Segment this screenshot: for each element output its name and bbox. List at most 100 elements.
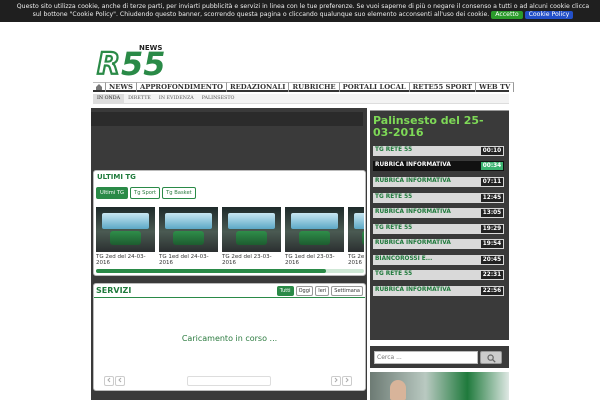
chevron-left-icon	[118, 377, 122, 383]
palinsesto-time: 00:10	[481, 147, 503, 155]
cookie-accept-button[interactable]: Accetto	[491, 11, 523, 19]
search-icon	[487, 354, 496, 363]
logo-news: NEWS	[139, 44, 162, 52]
palinsesto-program: RUBRICA INFORMATIVA	[375, 178, 451, 184]
search-button[interactable]	[480, 351, 502, 364]
servizi-panel: SERVIZI Tutti Oggi Ieri Settimana Carica…	[93, 283, 366, 391]
subnav-dirette[interactable]: DIRETTE	[124, 94, 155, 103]
palinsesto-row[interactable]: RUBRICA INFORMATIVA 07:11	[373, 177, 504, 187]
servizi-filters: Tutti Oggi Ieri Settimana	[276, 286, 363, 296]
nav-item-portali-local[interactable]: PORTALI LOCAL	[339, 82, 410, 92]
palinsesto-title: Palinsesto del 25-03-2016	[373, 114, 484, 139]
nav-item-approfondimento[interactable]: APPROFONDIMENTO	[136, 82, 227, 92]
tg-caption[interactable]: TG 2ed del 24-03-2016	[96, 254, 155, 266]
palinsesto-time: 20:45	[481, 256, 503, 264]
person-image	[390, 380, 406, 400]
pager-first-button[interactable]	[104, 376, 114, 386]
promo-image[interactable]	[370, 372, 509, 400]
tg-card[interactable]: TG 1ed del 24-03-2016	[159, 207, 218, 266]
palinsesto-program: TG RETE 55	[375, 147, 413, 153]
cookie-policy-button[interactable]: Cookie Policy	[524, 11, 574, 19]
palinsesto-time: 22:56	[481, 287, 503, 295]
servizi-title: SERVIZI	[96, 286, 132, 295]
tg-caption[interactable]: TG 1ed del 24-03-2016	[159, 254, 218, 266]
pager-prev-button[interactable]	[115, 376, 125, 386]
tab-ultimi-tg[interactable]: Ultimi TG	[96, 187, 129, 199]
palinsesto-row-current[interactable]: RUBRICA INFORMATIVA 00:34	[373, 161, 504, 171]
tg-thumbnail[interactable]	[222, 207, 281, 252]
palinsesto-program: TG RETE 55	[375, 271, 413, 277]
nav-item-news[interactable]: NEWS	[106, 82, 137, 92]
palinsesto-program: BIANCOROSSI E...	[375, 256, 433, 262]
palinsesto-program: RUBRICA INFORMATIVA	[375, 287, 451, 293]
filter-settimana[interactable]: Settimana	[331, 286, 363, 296]
palinsesto-program: RUBRICA INFORMATIVA	[375, 162, 451, 168]
cookie-banner: Questo sito utilizza cookie, anche di te…	[0, 0, 600, 22]
filter-oggi[interactable]: Oggi	[295, 286, 314, 296]
ultimi-tg-tabs: Ultimi TG Tg Sport Tg Basket	[96, 187, 196, 199]
tg-caption[interactable]: TG 2ed del 23-03-2016	[222, 254, 281, 266]
chevron-right-icon	[345, 377, 349, 383]
palinsesto-time: 19:54	[481, 240, 503, 248]
palinsesto-row[interactable]: TG RETE 55 19:29	[373, 224, 504, 234]
palinsesto-time: 19:29	[481, 225, 503, 233]
servizi-pager	[104, 376, 356, 386]
tg-scrollbar[interactable]	[96, 269, 364, 273]
nav-item-rete55-sport[interactable]: RETE55 SPORT	[409, 82, 477, 92]
palinsesto-row[interactable]: TG RETE 55 22:31	[373, 270, 504, 280]
palinsesto-panel: Palinsesto del 25-03-2016 TG RETE 55 00:…	[370, 110, 509, 340]
tg-scrollbar-thumb[interactable]	[96, 269, 326, 273]
palinsesto-time: 07:11	[481, 178, 503, 186]
search-box	[370, 346, 509, 368]
subnav-in-evidenza[interactable]: IN EVIDENZA	[155, 94, 198, 103]
palinsesto-row[interactable]: RUBRICA INFORMATIVA 19:54	[373, 239, 504, 249]
site-logo[interactable]: R 55 NEWS	[95, 42, 185, 78]
nav-home[interactable]	[93, 82, 106, 92]
subnav-in-onda[interactable]: IN ONDA	[93, 94, 125, 103]
nav-item-redazionali[interactable]: REDAZIONALI	[226, 82, 290, 92]
palinsesto-row[interactable]: RUBRICA INFORMATIVA 22:56	[373, 286, 504, 296]
sub-nav: IN ONDA DIRETTE IN EVIDENZA PALINSESTO	[93, 94, 509, 104]
palinsesto-row[interactable]: TG RETE 55 12:45	[373, 193, 504, 203]
search-input[interactable]	[374, 351, 478, 364]
tg-carousel: TG 2ed del 24-03-2016 TG 1ed del 24-03-2…	[96, 207, 365, 266]
palinsesto-program: RUBRICA INFORMATIVA	[375, 209, 451, 215]
palinsesto-time: 12:45	[481, 194, 503, 202]
chevron-left-icon	[107, 377, 111, 383]
tg-card[interactable]: TG 1ed del 23-03-2016	[285, 207, 344, 266]
palinsesto-time: 00:34	[481, 162, 503, 170]
palinsesto-row[interactable]: BIANCOROSSI E... 20:45	[373, 255, 504, 265]
main-nav: NEWS APPROFONDIMENTO REDAZIONALI RUBRICH…	[93, 82, 515, 92]
subnav-palinsesto[interactable]: PALINSESTO	[198, 94, 239, 103]
filter-tutti[interactable]: Tutti	[276, 286, 294, 296]
tg-thumbnail[interactable]	[159, 207, 218, 252]
nav-item-web-tv[interactable]: WEB TV	[476, 82, 515, 92]
palinsesto-program: RUBRICA INFORMATIVA	[375, 240, 451, 246]
chevron-right-icon	[334, 377, 338, 383]
pager-last-button[interactable]	[342, 376, 352, 386]
pager-page-indicator	[187, 376, 271, 386]
ultimi-tg-title: ULTIMI TG	[97, 173, 136, 181]
tg-thumbnail[interactable]	[96, 207, 155, 252]
palinsesto-program: TG RETE 55	[375, 194, 413, 200]
palinsesto-row[interactable]: TG RETE 55 00:10	[373, 146, 504, 156]
filter-ieri[interactable]: Ieri	[315, 286, 330, 296]
loading-text: Caricamento in corso ...	[181, 334, 278, 343]
palinsesto-time: 22:31	[481, 271, 503, 279]
tg-thumbnail[interactable]	[285, 207, 344, 252]
tab-tg-sport[interactable]: Tg Sport	[130, 187, 161, 199]
tg-card[interactable]: TG 2ed del 23-03-2016	[222, 207, 281, 266]
palinsesto-row[interactable]: RUBRICA INFORMATIVA 13:05	[373, 208, 504, 218]
palinsesto-time: 13:05	[481, 209, 503, 217]
logo-r: R	[97, 47, 120, 78]
tg-caption[interactable]: TG 1ed del 23-03-2016	[285, 254, 344, 266]
tab-tg-basket[interactable]: Tg Basket	[162, 187, 196, 199]
tg-card[interactable]: TG 2ed del 24-03-2016	[96, 207, 155, 266]
tg-card[interactable]: TG 2ed del 22-03-2016	[348, 207, 364, 266]
pager-next-button[interactable]	[331, 376, 341, 386]
palinsesto-program: TG RETE 55	[375, 225, 413, 231]
video-player[interactable]	[91, 112, 363, 126]
tg-caption[interactable]: TG 2ed del 22-03-2016	[348, 254, 364, 266]
nav-item-rubriche[interactable]: RUBRICHE	[289, 82, 340, 92]
tg-thumbnail[interactable]	[348, 207, 364, 252]
